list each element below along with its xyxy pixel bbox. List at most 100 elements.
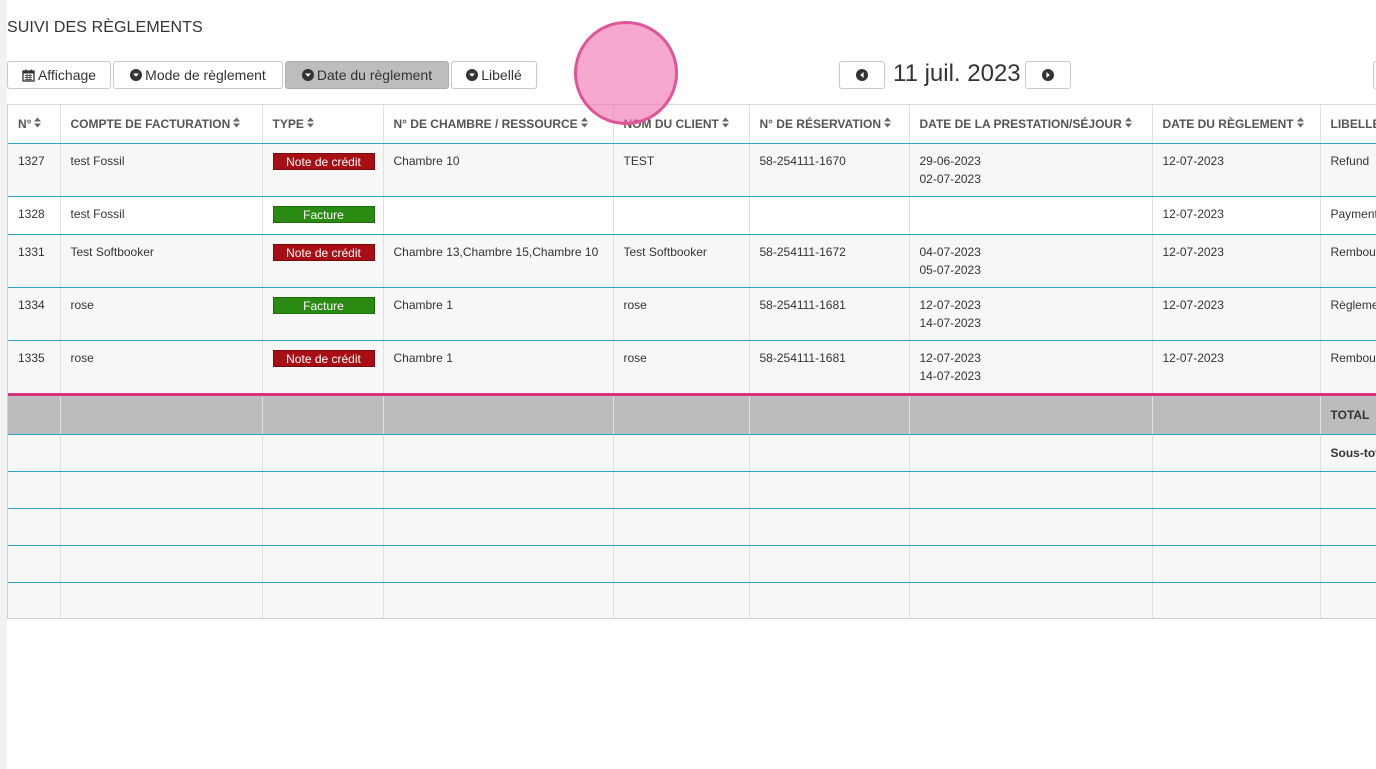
table-row[interactable]: 1327 test Fossil Note de crédit Chambre …	[8, 143, 1376, 197]
type-badge: Note de crédit	[272, 244, 375, 261]
subtotal-row: Sous-tot	[8, 434, 1376, 472]
chevron-circle-right-icon	[1042, 69, 1054, 81]
type-badge: Facture	[272, 297, 375, 314]
cell-label: Rembour	[1320, 234, 1376, 288]
sort-icon	[580, 117, 588, 131]
sort-icon	[883, 117, 891, 131]
date-from: 29-06-2023	[919, 154, 981, 168]
cell-account: test Fossil	[60, 143, 263, 197]
date-to: 02-07-2023	[919, 172, 981, 186]
calendar-icon	[22, 69, 35, 82]
cell-payment-date: 12-07-2023	[1152, 340, 1321, 395]
libelle-button[interactable]: Libellé	[451, 61, 537, 89]
cell-type: Note de crédit	[262, 234, 384, 288]
cell-reservation: 58-254111-1681	[749, 340, 910, 395]
cell-stay-dates	[909, 196, 1153, 235]
cell-num: 1335	[8, 340, 61, 395]
cell-client	[613, 196, 750, 235]
cell-num: 1327	[8, 143, 61, 197]
cell-stay-dates: 12-07-2023 14-07-2023	[909, 287, 1153, 341]
header-label[interactable]: LIBELLÉ	[1320, 105, 1376, 144]
chevron-circle-down-icon	[466, 69, 479, 81]
chevron-circle-down-icon	[130, 69, 143, 81]
header-room[interactable]: N° DE CHAMBRE / RESSOURCE	[383, 105, 614, 144]
cell-type: Note de crédit	[262, 340, 384, 395]
header-stay-date[interactable]: DATE DE LA PRESTATION/SÉJOUR	[909, 105, 1153, 144]
cell-reservation	[749, 196, 910, 235]
cell-payment-date: 12-07-2023	[1152, 143, 1321, 197]
cell-room	[383, 196, 614, 235]
sort-icon	[34, 117, 42, 131]
left-edge-strip	[0, 0, 7, 769]
previous-date-button[interactable]	[839, 61, 885, 89]
libelle-label: Libellé	[481, 67, 522, 83]
cell-num: 1331	[8, 234, 61, 288]
cell-num: 1334	[8, 287, 61, 341]
cell-account: rose	[60, 287, 263, 341]
date-reglement-label: Date du règlement	[316, 67, 433, 83]
empty-row	[8, 471, 1376, 509]
click-indicator	[574, 21, 678, 125]
cell-label: Payment	[1320, 196, 1376, 235]
cell-type: Note de crédit	[262, 143, 384, 197]
sort-icon	[233, 117, 241, 131]
sort-icon	[721, 117, 729, 131]
subtotal-label: Sous-tot	[1320, 434, 1376, 472]
cell-room: Chambre 1	[383, 340, 614, 395]
mode-reglement-label: Mode de règlement	[145, 67, 266, 83]
type-badge: Facture	[272, 206, 375, 223]
cell-reservation: 58-254111-1670	[749, 143, 910, 197]
cell-room: Chambre 13,Chambre 15,Chambre 10	[383, 234, 614, 288]
current-date: 11 juil. 2023	[893, 60, 1021, 87]
date-from: 12-07-2023	[919, 298, 981, 312]
cell-payment-date: 12-07-2023	[1152, 196, 1321, 235]
table-row[interactable]: 1334 rose Facture Chambre 1 rose 58-2541…	[8, 287, 1376, 341]
cell-payment-date: 12-07-2023	[1152, 287, 1321, 341]
table-row[interactable]: 1335 rose Note de crédit Chambre 1 rose …	[8, 340, 1376, 395]
empty-row	[8, 545, 1376, 583]
page-title: SUIVI DES RÈGLEMENTS	[7, 19, 203, 36]
cell-label: Refund	[1320, 143, 1376, 197]
cell-stay-dates: 04-07-2023 05-07-2023	[909, 234, 1153, 288]
cell-client: rose	[613, 340, 750, 395]
cell-num: 1328	[8, 196, 61, 235]
cell-stay-dates: 12-07-2023 14-07-2023	[909, 340, 1153, 395]
cell-client: TEST	[613, 143, 750, 197]
date-from: 12-07-2023	[919, 351, 981, 365]
cell-account: rose	[60, 340, 263, 395]
cell-room: Chambre 10	[383, 143, 614, 197]
chevron-circle-down-icon	[301, 69, 314, 81]
cell-stay-dates: 29-06-2023 02-07-2023	[909, 143, 1153, 197]
date-from: 04-07-2023	[919, 245, 981, 259]
cell-type: Facture	[262, 287, 384, 341]
next-date-button[interactable]	[1025, 61, 1071, 89]
header-account[interactable]: COMPTE DE FACTURATION	[60, 105, 263, 144]
cell-reservation: 58-254111-1672	[749, 234, 910, 288]
total-label: TOTAL	[1320, 393, 1376, 435]
mode-reglement-button[interactable]: Mode de règlement	[113, 61, 283, 89]
type-badge: Note de crédit	[272, 350, 375, 367]
date-to: 05-07-2023	[919, 263, 981, 277]
table-header-row: N° COMPTE DE FACTURATION TYPE N° DE CHAM…	[8, 105, 1376, 144]
date-reglement-button[interactable]: Date du règlement	[285, 61, 449, 89]
empty-row	[8, 508, 1376, 546]
header-payment-date[interactable]: DATE DU RÈGLEMENT	[1152, 105, 1321, 144]
total-row: TOTAL	[8, 393, 1376, 435]
cell-client: rose	[613, 287, 750, 341]
sort-icon	[1296, 117, 1304, 131]
affichage-button[interactable]: Affichage	[7, 61, 111, 89]
cell-type: Facture	[262, 196, 384, 235]
cell-account: test Fossil	[60, 196, 263, 235]
cell-account: Test Softbooker	[60, 234, 263, 288]
header-reservation[interactable]: N° DE RÉSERVATION	[749, 105, 910, 144]
cell-reservation: 58-254111-1681	[749, 287, 910, 341]
cell-label: Rembour	[1320, 340, 1376, 395]
sort-icon	[306, 117, 314, 131]
header-num[interactable]: N°	[8, 105, 61, 144]
header-type[interactable]: TYPE	[262, 105, 384, 144]
date-to: 14-07-2023	[919, 369, 981, 383]
table-row[interactable]: 1331 Test Softbooker Note de crédit Cham…	[8, 234, 1376, 288]
table-row[interactable]: 1328 test Fossil Facture 12-07-2023 Paym…	[8, 196, 1376, 235]
cell-payment-date: 12-07-2023	[1152, 234, 1321, 288]
cell-label: Règleme	[1320, 287, 1376, 341]
